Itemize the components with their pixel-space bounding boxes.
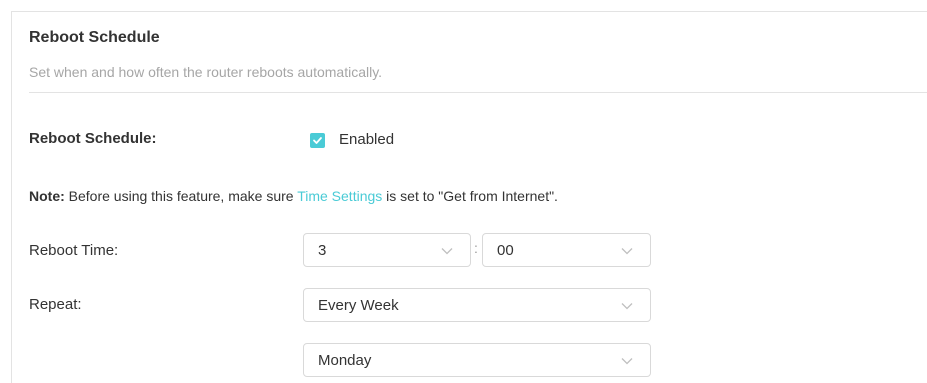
section-divider bbox=[29, 92, 927, 93]
chevron-down-icon bbox=[621, 303, 633, 310]
note-text: Note: Before using this feature, make su… bbox=[29, 188, 558, 204]
hour-select-value: 3 bbox=[318, 242, 327, 259]
reboot-time-label: Reboot Time: bbox=[29, 242, 119, 259]
repeat-label: Repeat: bbox=[29, 296, 82, 313]
note-prefix: Note: bbox=[29, 188, 65, 204]
repeat-day-value: Monday bbox=[318, 352, 372, 369]
chevron-down-icon bbox=[621, 248, 633, 255]
section-title: Reboot Schedule bbox=[29, 29, 160, 46]
hour-select[interactable]: 3 bbox=[303, 233, 471, 267]
minute-select-value: 00 bbox=[497, 242, 514, 259]
repeat-day-select[interactable]: Monday bbox=[303, 343, 651, 377]
section-subtitle: Set when and how often the router reboot… bbox=[29, 64, 383, 80]
reboot-schedule-label: Reboot Schedule: bbox=[29, 130, 157, 147]
checkmark-icon bbox=[313, 137, 322, 144]
note-text-before: Before using this feature, make sure bbox=[64, 188, 298, 204]
note-text-after: is set to "Get from Internet". bbox=[382, 188, 558, 204]
time-separator: : bbox=[474, 240, 478, 256]
time-settings-link[interactable]: Time Settings bbox=[297, 188, 382, 204]
chevron-down-icon bbox=[621, 358, 633, 365]
repeat-frequency-value: Every Week bbox=[318, 297, 399, 314]
chevron-down-icon bbox=[441, 248, 453, 255]
enabled-checkbox-label[interactable]: Enabled bbox=[339, 131, 394, 148]
enabled-checkbox[interactable] bbox=[310, 133, 325, 148]
minute-select[interactable]: 00 bbox=[482, 233, 651, 267]
repeat-frequency-select[interactable]: Every Week bbox=[303, 288, 651, 322]
